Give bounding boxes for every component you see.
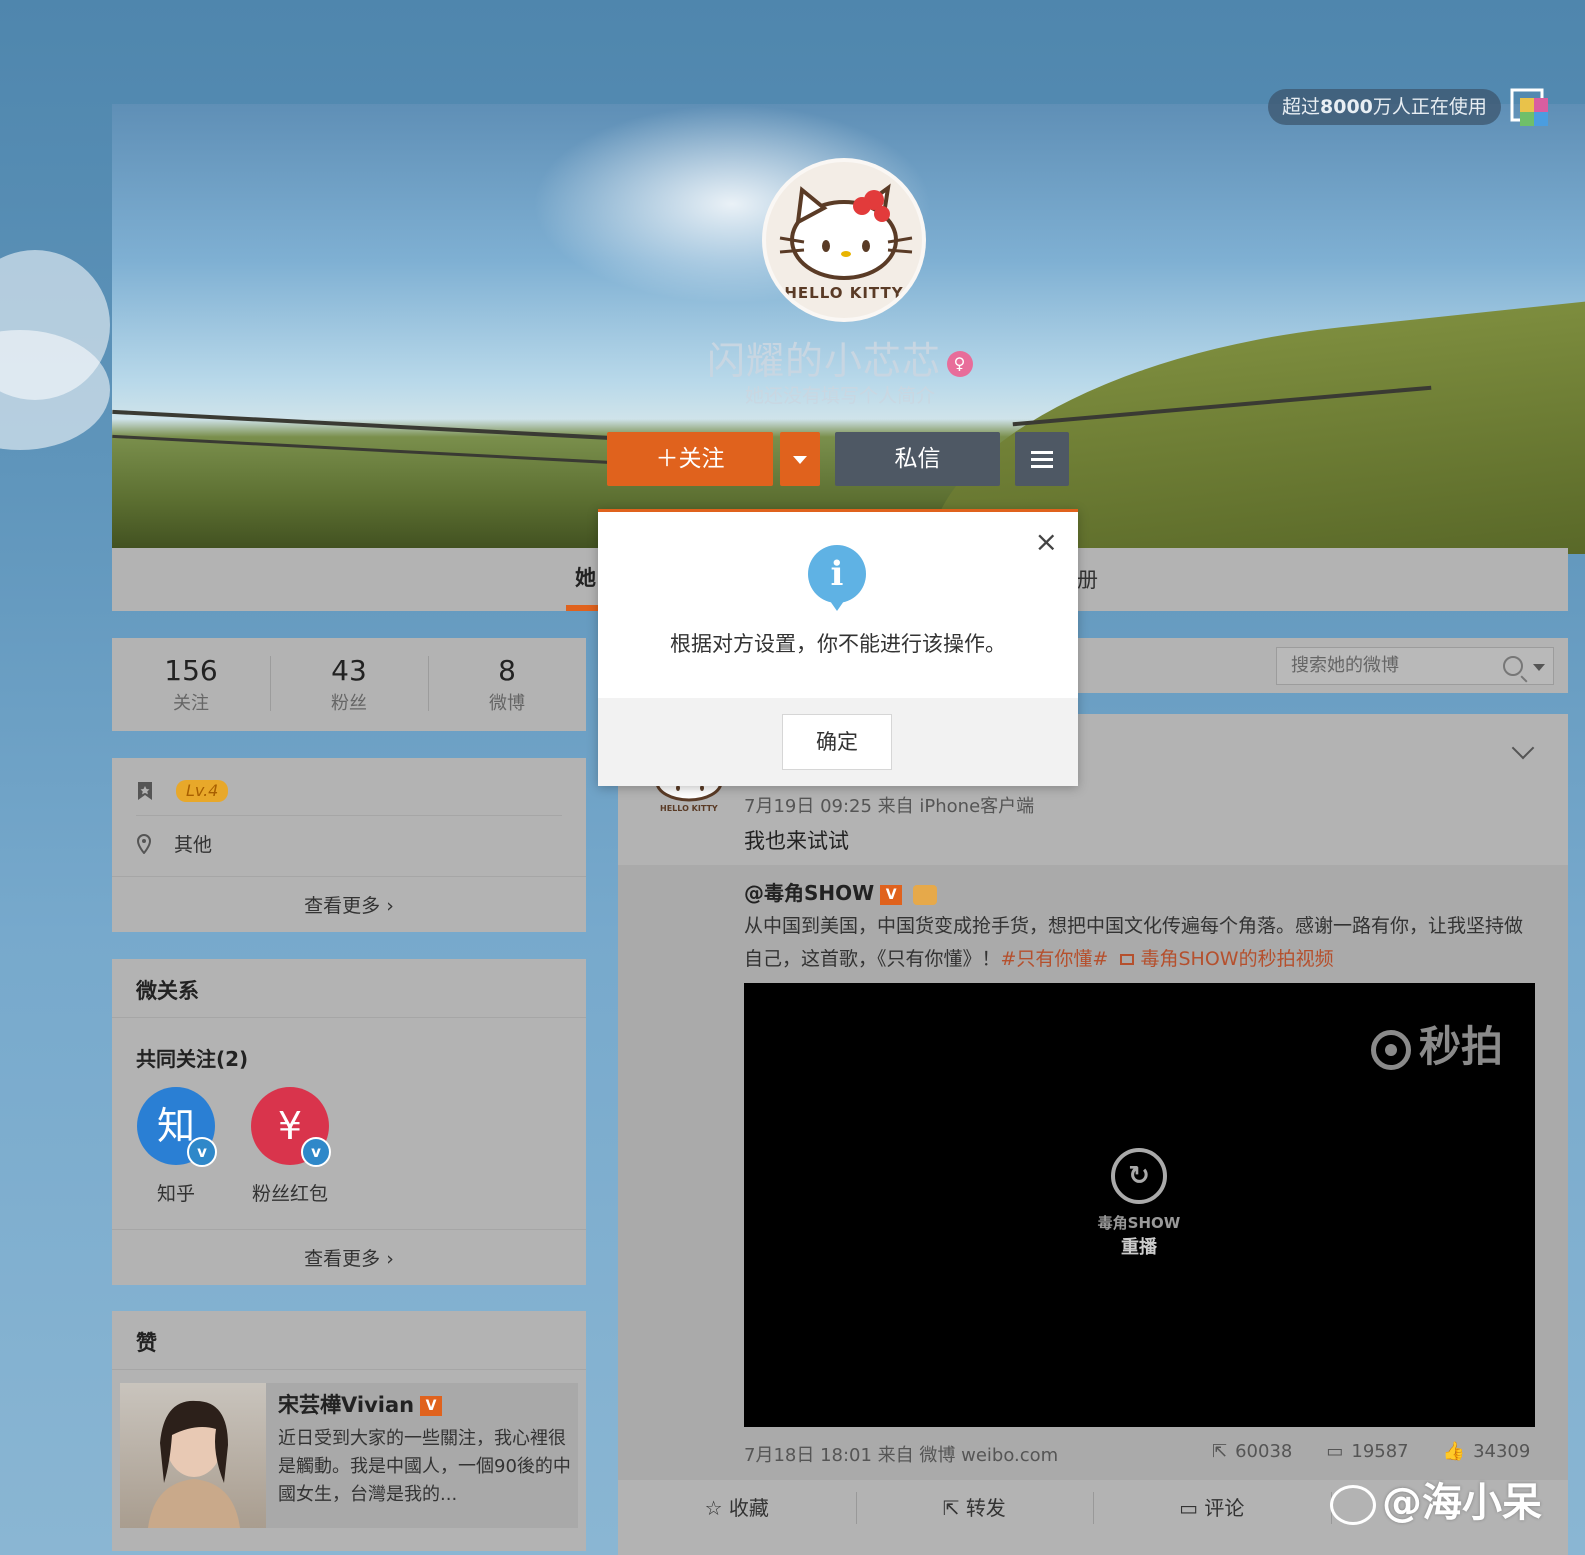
chevron-right-icon: › [386,1248,394,1270]
post-text: 我也来试试 [744,829,849,853]
level-badge[interactable]: Lv.4 [176,780,229,802]
repost-meta[interactable]: 7月18日 18:01 来自 微博 weibo.com [744,1441,1058,1467]
stats-card: 156 关注 43 粉丝 8 微博 [112,638,586,731]
comment-icon: ▭ [1326,1441,1344,1462]
relation-title: 微关系 [136,979,199,1003]
dialog-footer: 确定 [598,698,1078,786]
app-corner-icon[interactable] [1510,88,1550,128]
repost-text: 从中国到美国，中国货变成抢手货，想把中国文化传遍每个角落。感谢一路有你，让我坚持… [744,915,1524,970]
alert-dialog: × i 根据对方设置，你不能进行该操作。 确定 [598,509,1078,786]
thumbs-up-icon: 👍 [1442,1441,1466,1462]
follow-dropdown-button[interactable] [780,432,820,486]
stat-posts[interactable]: 8 微博 [428,638,586,731]
favorite-button[interactable]: ☆ 收藏 [618,1480,856,1555]
more-menu-button[interactable] [1015,432,1069,486]
member-crown-icon [913,884,938,905]
profile-nickname: 闪耀的小芯芯 ♀ [600,330,1080,385]
video-link[interactable]: 毒角SHOW的秒拍视频 [1114,948,1334,970]
post-meta[interactable]: 7月19日 09:25 来自 iPhone客户端 [744,792,1034,818]
repost-forward[interactable]: ⇱ 60038 [1212,1441,1292,1462]
message-button[interactable]: 私信 [835,432,1000,486]
user-count-badge: 超过8000万人正在使用 [1268,89,1501,125]
hamburger-icon [1031,447,1053,472]
likes-title: 赞 [136,1331,157,1355]
weibo-logo-icon [1330,1485,1376,1525]
tab-her-home[interactable]: 她 [575,562,596,592]
stat-followers[interactable]: 43 粉丝 [270,638,428,731]
dialog-message: 根据对方设置，你不能进行该操作。 [670,632,1006,656]
liked-post-text: 近日受到大家的一些關注，我心裡很是觸動。我是中國人，一個90後的中國女生，台灣是… [278,1428,571,1505]
close-icon[interactable]: × [1035,528,1058,556]
share-icon: ⇱ [942,1496,960,1520]
active-tab-indicator [566,605,600,611]
relation-card: 微关系 共同关注(2) 知v 知乎 ¥ v 粉丝红包 查看更多 › [112,959,586,1285]
tab-album[interactable]: 册 [1077,564,1098,594]
repost-stats: ⇱ 60038 ▭ 19587 👍 34309 [1212,1441,1530,1462]
comment-icon: ▭ [1179,1496,1199,1520]
profile-avatar[interactable]: HELLO KITTY [762,158,926,322]
verified-v-icon: V [420,1396,443,1416]
liked-post[interactable]: 宋芸樺Vivian V 近日受到大家的一些關注，我心裡很是觸動。我是中國人，一個9… [120,1383,578,1528]
replay-icon: ↻ [1111,1148,1167,1204]
location-text: 其他 [174,834,213,856]
info-icon: i [808,545,866,611]
topic-link[interactable]: #只有你懂# [1001,948,1109,970]
verified-v-icon: V [880,884,903,905]
search-icon[interactable] [1503,656,1523,676]
mutual-follow-title: 共同关注(2) [136,1047,249,1071]
avatar-logo-text: HELLO KITTY [784,284,904,302]
video-player[interactable]: 秒拍 ↻ 毒角SHOW 重播 [744,983,1535,1427]
info-card: Lv.4 其他 查看更多 › [112,758,586,932]
follow-button[interactable]: ＋关注 [607,432,773,486]
watermark: @海小呆 [1330,1470,1542,1528]
profile-bio: 她还没有填写个人简介 [744,385,935,407]
stat-following[interactable]: 156 关注 [112,638,270,731]
zhihu-logo-icon: 知v [137,1087,217,1167]
liked-post-photo [120,1383,266,1528]
relation-more-link[interactable]: 查看更多 › [112,1244,586,1271]
likes-card: 赞 宋芸樺Vivian V 近日受到大家的一些關注，我心裡很是觸動。我是中國人，一… [112,1311,586,1551]
comment-button[interactable]: ▭ 评论 [1093,1480,1331,1555]
verified-icon: v [187,1137,217,1167]
search-input[interactable]: 搜索她的微博 [1276,647,1554,685]
mutual-item-red-packet[interactable]: ¥ v 粉丝红包 [240,1087,340,1206]
verified-icon: v [301,1137,331,1167]
camera-icon [1370,1029,1411,1070]
caret-down-icon [793,455,807,464]
forward-button[interactable]: ⇱ 转发 [855,1480,1094,1555]
repost-author: @毒角SHOW V [744,877,938,906]
video-link-icon [1120,954,1135,965]
plus-icon: ＋ [655,446,679,472]
female-gender-icon: ♀ [947,350,973,377]
location-pin-icon [136,833,152,854]
star-icon: ☆ [704,1496,723,1520]
share-icon: ⇱ [1212,1441,1228,1462]
mutual-item-zhihu[interactable]: 知v 知乎 [126,1087,226,1206]
info-more-link[interactable]: 查看更多 › [112,891,586,918]
replay-button[interactable]: ↻ 毒角SHOW 重播 [1089,1148,1189,1259]
level-flag-icon [138,782,152,800]
red-packet-icon: ¥ v [251,1087,331,1167]
repost-comment[interactable]: ▭ 19587 [1326,1441,1408,1462]
chevron-right-icon: › [386,895,394,917]
miaopai-logo: 秒拍 [1370,1013,1503,1074]
confirm-button[interactable]: 确定 [782,714,892,770]
caret-down-icon[interactable] [1533,664,1545,671]
repost-like[interactable]: 👍 34309 [1443,1441,1531,1462]
liked-author: 宋芸樺Vivian V [278,1389,443,1419]
